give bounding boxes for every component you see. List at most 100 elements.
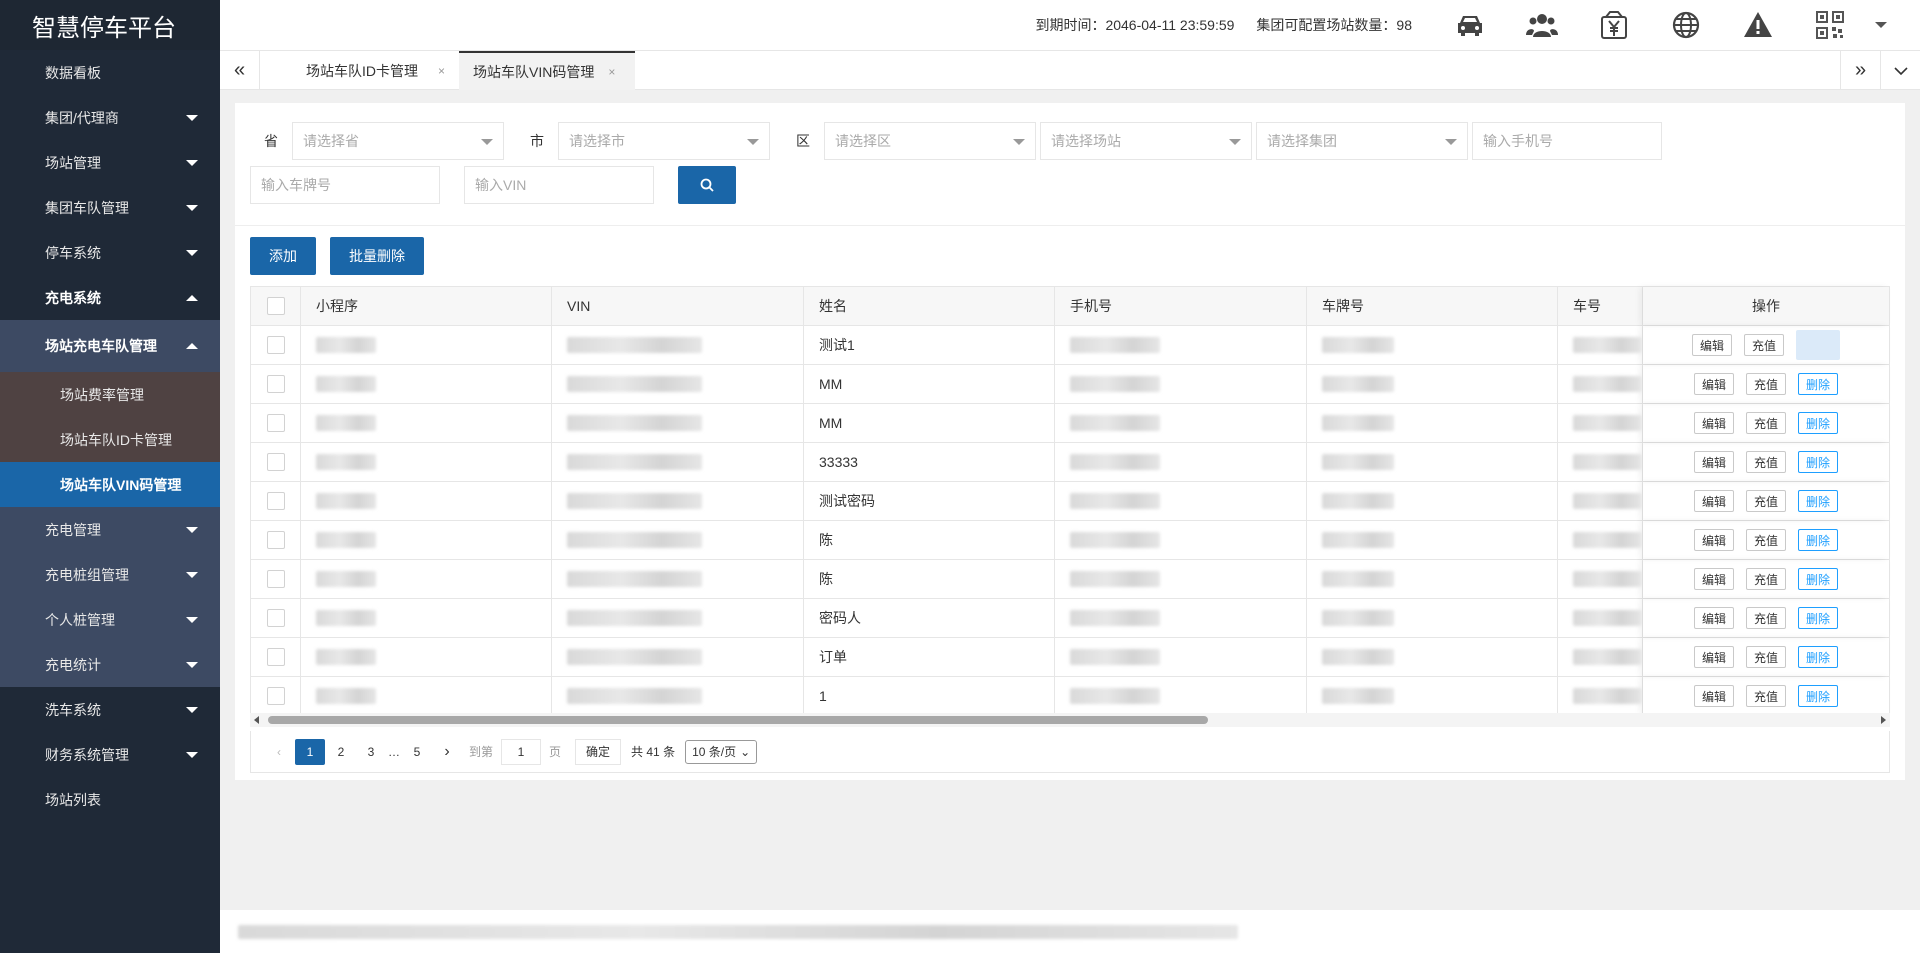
user-dropdown[interactable] xyxy=(1866,22,1896,28)
sidebar-item-station-list[interactable]: 场站列表 xyxy=(0,777,220,822)
prev-page-icon[interactable]: ‹ xyxy=(265,739,293,765)
delete-button[interactable]: 删除 xyxy=(1798,646,1839,668)
page-2[interactable]: 2 xyxy=(327,739,355,765)
edit-button[interactable]: 编辑 xyxy=(1693,451,1734,473)
delete-button[interactable]: 删除 xyxy=(1798,490,1839,512)
edit-button[interactable]: 编辑 xyxy=(1693,412,1734,434)
users-icon[interactable] xyxy=(1506,0,1578,50)
edit-button[interactable]: 编辑 xyxy=(1693,607,1734,629)
sidebar-item-personal-pile[interactable]: 个人桩管理 xyxy=(0,597,220,642)
redacted-phone xyxy=(1070,415,1160,431)
page-1[interactable]: 1 xyxy=(295,738,325,765)
sidebar-item-label: 充电管理 xyxy=(45,521,101,538)
add-button[interactable]: 添加 xyxy=(250,237,316,275)
edit-button[interactable]: 编辑 xyxy=(1693,373,1734,395)
province-select[interactable]: 请选择省 xyxy=(292,122,504,160)
sidebar-item-group-agent[interactable]: 集团/代理商 xyxy=(0,95,220,140)
delete-button[interactable]: 删除 xyxy=(1798,529,1839,551)
sidebar-item-station-fleet[interactable]: 场站充电车队管理 xyxy=(0,320,220,372)
close-icon[interactable]: × xyxy=(608,65,615,79)
close-icon[interactable]: × xyxy=(438,64,445,78)
delete-button[interactable]: 删除 xyxy=(1798,451,1839,473)
delete-button[interactable]: 删除 xyxy=(1798,568,1839,590)
recharge-button[interactable]: 充值 xyxy=(1745,529,1786,551)
delete-button[interactable]: 删除 xyxy=(1798,607,1839,629)
recharge-button[interactable]: 充值 xyxy=(1745,451,1786,473)
delete-button[interactable]: 删除 xyxy=(1798,685,1839,707)
scroll-left-icon[interactable] xyxy=(254,716,259,724)
row-checkbox[interactable] xyxy=(266,687,285,705)
phone-input[interactable]: 输入手机号 xyxy=(1472,122,1662,160)
sidebar-item-station[interactable]: 场站管理 xyxy=(0,140,220,185)
sidebar-item-parking[interactable]: 停车系统 xyxy=(0,230,220,275)
search-icon xyxy=(700,178,714,192)
recharge-button[interactable]: 充值 xyxy=(1745,685,1786,707)
tabs-scroll-left-icon[interactable]: « xyxy=(220,51,260,90)
page-size-select[interactable]: 10 条/页 ⌄ xyxy=(685,739,758,764)
sidebar-item-charging-manage[interactable]: 充电管理 xyxy=(0,507,220,552)
car-icon[interactable] xyxy=(1434,0,1506,50)
vin-input[interactable]: 输入VIN xyxy=(464,166,654,204)
row-checkbox[interactable] xyxy=(266,453,285,471)
recharge-button[interactable]: 充值 xyxy=(1744,334,1785,356)
recharge-button[interactable]: 充值 xyxy=(1745,607,1786,629)
recharge-button[interactable]: 充值 xyxy=(1745,490,1786,512)
edit-button[interactable]: 编辑 xyxy=(1693,685,1734,707)
warning-icon[interactable] xyxy=(1722,0,1794,50)
row-checkbox[interactable] xyxy=(266,492,285,510)
select-all-checkbox[interactable] xyxy=(266,297,285,315)
sidebar-item-carwash[interactable]: 洗车系统 xyxy=(0,687,220,732)
edit-button[interactable]: 编辑 xyxy=(1693,529,1734,551)
tab-fleet-idcard[interactable]: 场站车队ID卡管理 × xyxy=(306,51,445,90)
edit-button[interactable]: 编辑 xyxy=(1693,646,1734,668)
page-5[interactable]: 5 xyxy=(403,739,431,765)
recharge-button[interactable]: 充值 xyxy=(1745,568,1786,590)
sidebar-item-dashboard[interactable]: 数据看板 xyxy=(0,50,220,95)
edit-button[interactable]: 编辑 xyxy=(1693,568,1734,590)
tabs-scroll-right-icon[interactable]: » xyxy=(1840,51,1880,90)
goto-page-input[interactable]: 1 xyxy=(501,738,542,765)
district-select[interactable]: 请选择区 xyxy=(824,122,1036,160)
tab-fleet-vin[interactable]: 场站车队VIN码管理 × xyxy=(459,51,635,90)
recharge-button[interactable]: 充值 xyxy=(1745,373,1786,395)
delete-button[interactable]: 删除 xyxy=(1798,412,1839,434)
sidebar-item-finance[interactable]: 财务系统管理 xyxy=(0,732,220,777)
recharge-button[interactable]: 充值 xyxy=(1745,412,1786,434)
sidebar-item-fleet-vin[interactable]: 场站车队VIN码管理 xyxy=(0,462,220,507)
city-select[interactable]: 请选择市 xyxy=(558,122,770,160)
sidebar-item-group-fleet[interactable]: 集团车队管理 xyxy=(0,185,220,230)
search-button[interactable] xyxy=(678,166,736,204)
yuan-icon[interactable] xyxy=(1578,0,1650,50)
row-checkbox[interactable] xyxy=(266,609,285,627)
edit-button[interactable]: 编辑 xyxy=(1693,490,1734,512)
next-page-icon[interactable]: › xyxy=(433,739,461,765)
scroll-right-icon[interactable] xyxy=(1881,716,1886,724)
station-select[interactable]: 请选择场站 xyxy=(1040,122,1252,160)
row-checkbox[interactable] xyxy=(266,414,285,432)
delete-button[interactable] xyxy=(1796,330,1841,360)
qrcode-icon[interactable] xyxy=(1794,0,1866,50)
sidebar-item-charging-system[interactable]: 充电系统 xyxy=(0,275,220,320)
sidebar-item-charging-stats[interactable]: 充电统计 xyxy=(0,642,220,687)
plate-input[interactable]: 输入车牌号 xyxy=(250,166,440,204)
row-checkbox[interactable] xyxy=(266,648,285,666)
scrollbar-thumb[interactable] xyxy=(268,716,1208,724)
row-checkbox[interactable] xyxy=(266,375,285,393)
page-3[interactable]: 3 xyxy=(357,739,385,765)
recharge-button[interactable]: 充值 xyxy=(1745,646,1786,668)
row-checkbox[interactable] xyxy=(266,570,285,588)
table-row: 陈 编辑 充值 删除 xyxy=(251,521,1889,560)
sidebar-item-station-rate[interactable]: 场站费率管理 xyxy=(0,372,220,417)
globe-icon[interactable] xyxy=(1650,0,1722,50)
batch-delete-button[interactable]: 批量删除 xyxy=(330,237,424,275)
row-checkbox[interactable] xyxy=(266,531,285,549)
delete-button[interactable]: 删除 xyxy=(1798,373,1839,395)
row-checkbox[interactable] xyxy=(266,336,285,354)
sidebar-item-pile-group[interactable]: 充电桩组管理 xyxy=(0,552,220,597)
horizontal-scrollbar[interactable] xyxy=(250,713,1890,727)
sidebar-item-fleet-idcard[interactable]: 场站车队ID卡管理 xyxy=(0,417,220,462)
tabs-menu-chevron-down-icon[interactable] xyxy=(1880,51,1920,90)
edit-button[interactable]: 编辑 xyxy=(1691,334,1732,356)
group-select[interactable]: 请选择集团 xyxy=(1256,122,1468,160)
goto-confirm-button[interactable]: 确定 xyxy=(575,738,622,765)
